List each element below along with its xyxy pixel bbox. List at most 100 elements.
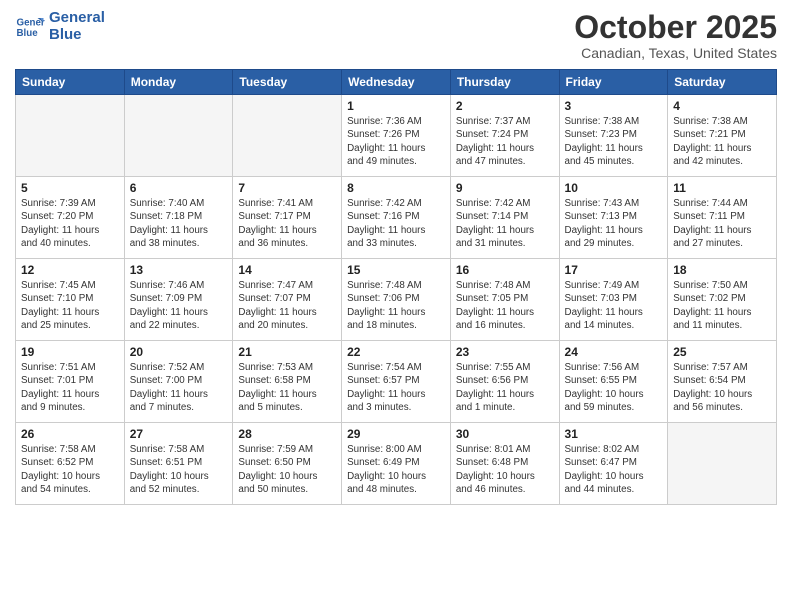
day-info: Sunrise: 7:51 AMSunset: 7:01 PMDaylight:… [21, 361, 119, 414]
calendar-cell: 31 Sunrise: 8:02 AMSunset: 6:47 PMDayligh… [559, 423, 668, 505]
day-number: 7 [238, 181, 336, 195]
day-info: Sunrise: 8:00 AMSunset: 6:49 PMDaylight:… [347, 443, 445, 496]
calendar-cell [16, 95, 125, 177]
calendar-cell: 12 Sunrise: 7:45 AMSunset: 7:10 PMDayligh… [16, 259, 125, 341]
calendar-cell: 9Sunrise: 7:42 AMSunset: 7:14 PMDaylight… [450, 177, 559, 259]
header-sunday: Sunday [16, 70, 125, 95]
calendar-cell [124, 95, 233, 177]
page: General Blue General Blue October 2025 C… [0, 0, 792, 612]
day-number: 3 [565, 99, 663, 113]
calendar-cell: 27Sunrise: 7:58 AMSunset: 6:51 PMDayligh… [124, 423, 233, 505]
day-info: Sunrise: 7:58 AMSunset: 6:51 PMDaylight:… [130, 443, 228, 496]
day-number: 17 [565, 263, 663, 277]
day-number: 23 [456, 345, 554, 359]
calendar-cell [668, 423, 777, 505]
logo-icon: General Blue [15, 12, 45, 42]
calendar-cell: 14Sunrise: 7:47 AMSunset: 7:07 PMDayligh… [233, 259, 342, 341]
calendar-cell: 16Sunrise: 7:48 AMSunset: 7:05 PMDayligh… [450, 259, 559, 341]
day-info: Sunrise: 7:44 AMSunset: 7:11 PMDaylight:… [673, 197, 771, 250]
day-info: Sunrise: 7:49 AMSunset: 7:03 PMDaylight:… [565, 279, 663, 332]
day-number: 31 [565, 427, 663, 441]
day-number: 29 [347, 427, 445, 441]
week-row-4: 19Sunrise: 7:51 AMSunset: 7:01 PMDayligh… [16, 341, 777, 423]
day-info: Sunrise: 7:36 AMSunset: 7:26 PMDaylight:… [347, 115, 445, 168]
calendar-cell: 21 Sunrise: 7:53 AMSunset: 6:58 PMDayligh… [233, 341, 342, 423]
day-number: 2 [456, 99, 554, 113]
day-info: Sunrise: 7:46 AMSunset: 7:09 PMDaylight:… [130, 279, 228, 332]
day-info: Sunrise: 7:41 AMSunset: 7:17 PMDaylight:… [238, 197, 336, 250]
day-info: Sunrise: 7:38 AMSunset: 7:23 PMDaylight:… [565, 115, 663, 168]
day-number: 30 [456, 427, 554, 441]
day-info: Sunrise: 7:39 AMSunset: 7:20 PMDaylight:… [21, 197, 119, 250]
location: Canadian, Texas, United States [574, 45, 777, 61]
calendar-cell: 17 Sunrise: 7:49 AMSunset: 7:03 PMDayligh… [559, 259, 668, 341]
calendar-cell: 19Sunrise: 7:51 AMSunset: 7:01 PMDayligh… [16, 341, 125, 423]
calendar-cell: 15Sunrise: 7:48 AMSunset: 7:06 PMDayligh… [342, 259, 451, 341]
day-info: Sunrise: 7:56 AMSunset: 6:55 PMDaylight:… [565, 361, 663, 414]
header-saturday: Saturday [668, 70, 777, 95]
header-tuesday: Tuesday [233, 70, 342, 95]
day-number: 12 [21, 263, 119, 277]
day-number: 28 [238, 427, 336, 441]
header-wednesday: Wednesday [342, 70, 451, 95]
day-number: 1 [347, 99, 445, 113]
calendar-cell: 4 Sunrise: 7:38 AMSunset: 7:21 PMDaylight… [668, 95, 777, 177]
week-row-3: 12 Sunrise: 7:45 AMSunset: 7:10 PMDayligh… [16, 259, 777, 341]
header-thursday: Thursday [450, 70, 559, 95]
day-number: 4 [673, 99, 771, 113]
day-number: 20 [130, 345, 228, 359]
day-info: Sunrise: 7:45 AMSunset: 7:10 PMDaylight:… [21, 279, 119, 332]
calendar-cell: 23 Sunrise: 7:55 AMSunset: 6:56 PMDayligh… [450, 341, 559, 423]
calendar-cell: 1 Sunrise: 7:36 AMSunset: 7:26 PMDaylight… [342, 95, 451, 177]
calendar-cell: 7 Sunrise: 7:41 AMSunset: 7:17 PMDaylight… [233, 177, 342, 259]
day-info: Sunrise: 7:42 AMSunset: 7:16 PMDaylight:… [347, 197, 445, 250]
day-info: Sunrise: 7:38 AMSunset: 7:21 PMDaylight:… [673, 115, 771, 168]
day-info: Sunrise: 7:52 AMSunset: 7:00 PMDaylight:… [130, 361, 228, 414]
logo: General Blue General Blue [15, 10, 105, 43]
calendar-cell: 13Sunrise: 7:46 AMSunset: 7:09 PMDayligh… [124, 259, 233, 341]
calendar-cell: 26 Sunrise: 7:58 AMSunset: 6:52 PMDayligh… [16, 423, 125, 505]
calendar-cell: 30 Sunrise: 8:01 AMSunset: 6:48 PMDayligh… [450, 423, 559, 505]
calendar-cell: 10 Sunrise: 7:43 AMSunset: 7:13 PMDayligh… [559, 177, 668, 259]
day-number: 18 [673, 263, 771, 277]
calendar-cell: 2 Sunrise: 7:37 AMSunset: 7:24 PMDaylight… [450, 95, 559, 177]
day-info: Sunrise: 7:40 AMSunset: 7:18 PMDaylight:… [130, 197, 228, 250]
day-info: Sunrise: 7:59 AMSunset: 6:50 PMDaylight:… [238, 443, 336, 496]
calendar: Sunday Monday Tuesday Wednesday Thursday… [15, 69, 777, 505]
day-info: Sunrise: 7:58 AMSunset: 6:52 PMDaylight:… [21, 443, 119, 496]
week-row-2: 5Sunrise: 7:39 AMSunset: 7:20 PMDaylight… [16, 177, 777, 259]
day-number: 6 [130, 181, 228, 195]
day-info: Sunrise: 8:01 AMSunset: 6:48 PMDaylight:… [456, 443, 554, 496]
calendar-cell: 24 Sunrise: 7:56 AMSunset: 6:55 PMDayligh… [559, 341, 668, 423]
day-number: 15 [347, 263, 445, 277]
day-info: Sunrise: 7:53 AMSunset: 6:58 PMDaylight:… [238, 361, 336, 414]
day-number: 22 [347, 345, 445, 359]
calendar-cell: 5Sunrise: 7:39 AMSunset: 7:20 PMDaylight… [16, 177, 125, 259]
week-row-1: 1 Sunrise: 7:36 AMSunset: 7:26 PMDaylight… [16, 95, 777, 177]
day-info: Sunrise: 8:02 AMSunset: 6:47 PMDaylight:… [565, 443, 663, 496]
calendar-cell: 11Sunrise: 7:44 AMSunset: 7:11 PMDayligh… [668, 177, 777, 259]
calendar-cell: 18Sunrise: 7:50 AMSunset: 7:02 PMDayligh… [668, 259, 777, 341]
day-number: 21 [238, 345, 336, 359]
calendar-cell: 29 Sunrise: 8:00 AMSunset: 6:49 PMDayligh… [342, 423, 451, 505]
calendar-cell: 3 Sunrise: 7:38 AMSunset: 7:23 PMDaylight… [559, 95, 668, 177]
day-info: Sunrise: 7:55 AMSunset: 6:56 PMDaylight:… [456, 361, 554, 414]
calendar-cell: 20 Sunrise: 7:52 AMSunset: 7:00 PMDayligh… [124, 341, 233, 423]
calendar-cell: 28 Sunrise: 7:59 AMSunset: 6:50 PMDayligh… [233, 423, 342, 505]
header-friday: Friday [559, 70, 668, 95]
calendar-cell: 22 Sunrise: 7:54 AMSunset: 6:57 PMDayligh… [342, 341, 451, 423]
calendar-cell [233, 95, 342, 177]
day-info: Sunrise: 7:37 AMSunset: 7:24 PMDaylight:… [456, 115, 554, 168]
title-block: October 2025 Canadian, Texas, United Sta… [574, 10, 777, 61]
day-info: Sunrise: 7:42 AMSunset: 7:14 PMDaylight:… [456, 197, 554, 250]
day-info: Sunrise: 7:43 AMSunset: 7:13 PMDaylight:… [565, 197, 663, 250]
month-title: October 2025 [574, 10, 777, 45]
day-number: 26 [21, 427, 119, 441]
calendar-cell: 25Sunrise: 7:57 AMSunset: 6:54 PMDayligh… [668, 341, 777, 423]
day-number: 16 [456, 263, 554, 277]
day-info: Sunrise: 7:54 AMSunset: 6:57 PMDaylight:… [347, 361, 445, 414]
day-number: 24 [565, 345, 663, 359]
svg-text:Blue: Blue [17, 28, 39, 39]
day-number: 10 [565, 181, 663, 195]
day-number: 14 [238, 263, 336, 277]
